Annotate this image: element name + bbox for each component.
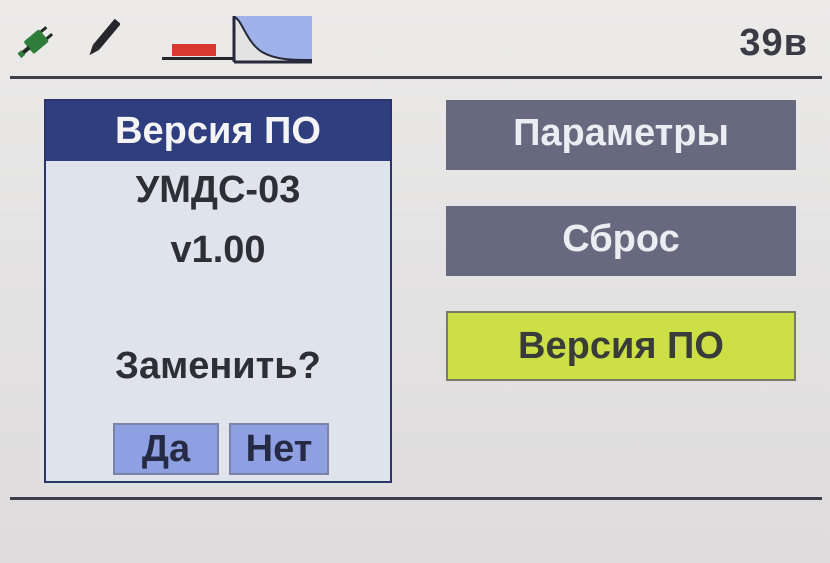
no-button[interactable]: Нет [229,423,329,475]
yes-button[interactable]: Да [113,423,219,475]
status-bar: 39в [0,0,830,76]
bottom-divider [10,497,822,500]
battery-icon [162,44,234,60]
menu-item-parameters[interactable]: Параметры [446,100,796,170]
firmware-version: v1.00 [170,229,266,271]
pencil-icon [89,18,120,56]
voltage-readout: 39в [739,22,808,64]
dialog-title: Версия ПО [46,101,390,161]
top-divider [10,76,822,79]
device-screen: 39в Версия ПО УМДС-03 v1.00 Заменить? Да… [0,0,830,563]
plug-icon [17,26,54,59]
replace-question: Заменить? [115,345,321,387]
firmware-dialog: Версия ПО УМДС-03 v1.00 Заменить? Да Нет [44,99,392,483]
device-name: УМДС-03 [135,169,301,211]
menu-item-firmware-version[interactable]: Версия ПО [446,311,796,381]
decay-curve-icon [232,16,313,64]
menu-item-reset[interactable]: Сброс [446,206,796,276]
